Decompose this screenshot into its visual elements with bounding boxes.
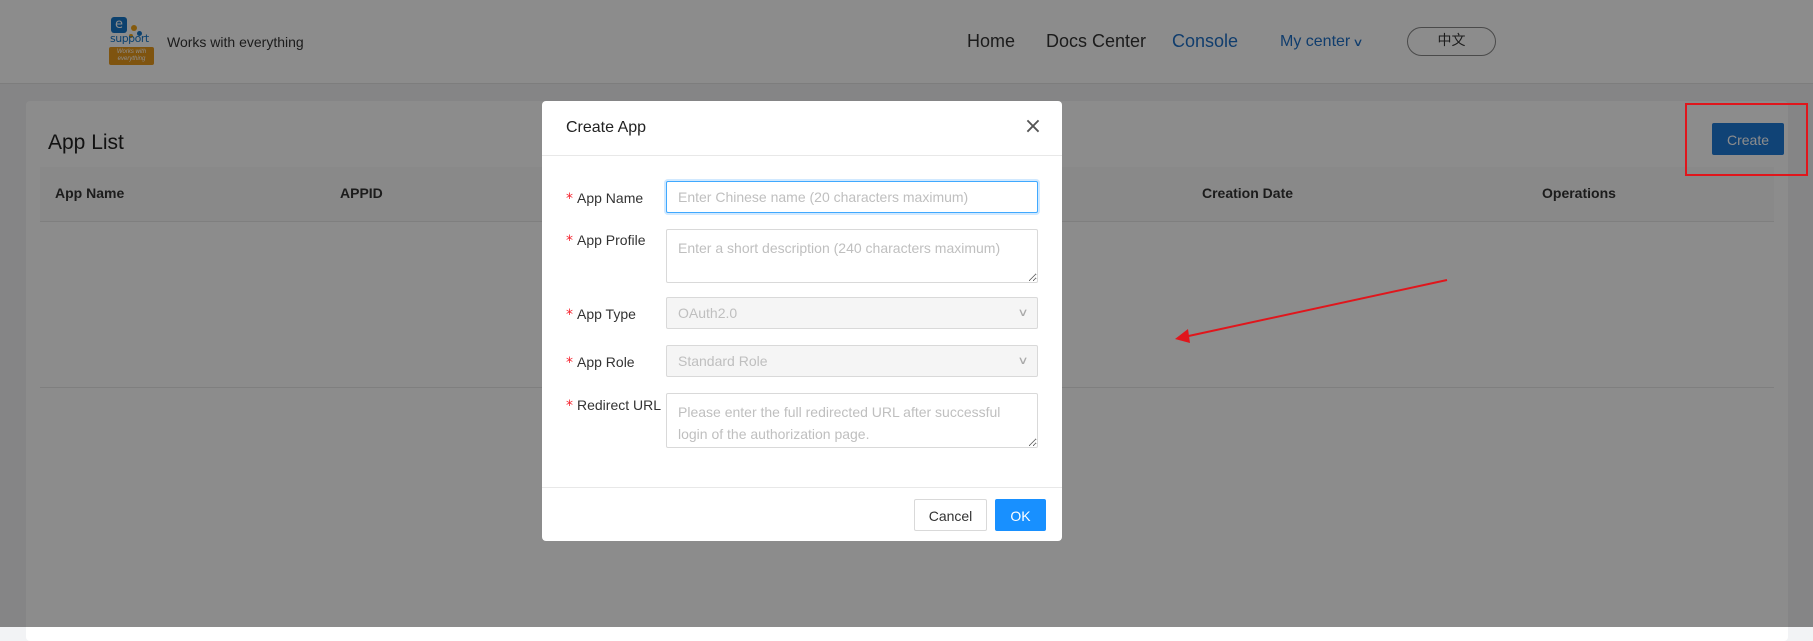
app-name-label-text: App Name bbox=[577, 190, 644, 206]
redirect-url-label: * Redirect URL bbox=[566, 397, 661, 414]
dialog-title: Create App bbox=[566, 119, 647, 136]
app-type-label-text: App Type bbox=[577, 306, 636, 322]
app-profile-label: * App Profile bbox=[566, 232, 645, 249]
app-role-value: Standard Role bbox=[678, 353, 768, 369]
app-role-select[interactable]: Standard Role ∨ bbox=[666, 345, 1038, 377]
required-star: * bbox=[566, 233, 573, 249]
redirect-url-label-text: Redirect URL bbox=[577, 397, 662, 413]
required-star: * bbox=[566, 355, 573, 371]
dialog-footer: Cancel OK bbox=[542, 487, 1062, 542]
app-profile-textarea[interactable] bbox=[666, 229, 1038, 283]
required-star: * bbox=[566, 398, 573, 414]
chevron-down-icon: ∨ bbox=[1017, 355, 1029, 367]
annotation-highlight-box bbox=[1685, 103, 1808, 176]
app-name-label: * App Name bbox=[566, 190, 643, 207]
chevron-down-icon: ∨ bbox=[1017, 307, 1029, 319]
ok-button[interactable]: OK bbox=[995, 499, 1046, 531]
app-name-input[interactable] bbox=[666, 181, 1038, 213]
dialog-header: Create App × bbox=[542, 101, 1062, 156]
create-app-dialog: Create App × *App Name *App Profile *App… bbox=[542, 101, 1062, 541]
app-type-label: * App Type bbox=[566, 306, 636, 323]
app-type-value: OAuth2.0 bbox=[678, 305, 738, 321]
app-profile-label-text: App Profile bbox=[577, 232, 646, 248]
required-star: * bbox=[566, 307, 573, 323]
cancel-button[interactable]: Cancel bbox=[914, 499, 987, 531]
required-star: * bbox=[566, 191, 573, 207]
redirect-url-textarea[interactable] bbox=[666, 393, 1038, 448]
close-icon[interactable]: × bbox=[1022, 116, 1044, 138]
app-role-label-text: App Role bbox=[577, 354, 635, 370]
app-role-label: * App Role bbox=[566, 354, 635, 371]
app-type-select[interactable]: OAuth2.0 ∨ bbox=[666, 297, 1038, 329]
